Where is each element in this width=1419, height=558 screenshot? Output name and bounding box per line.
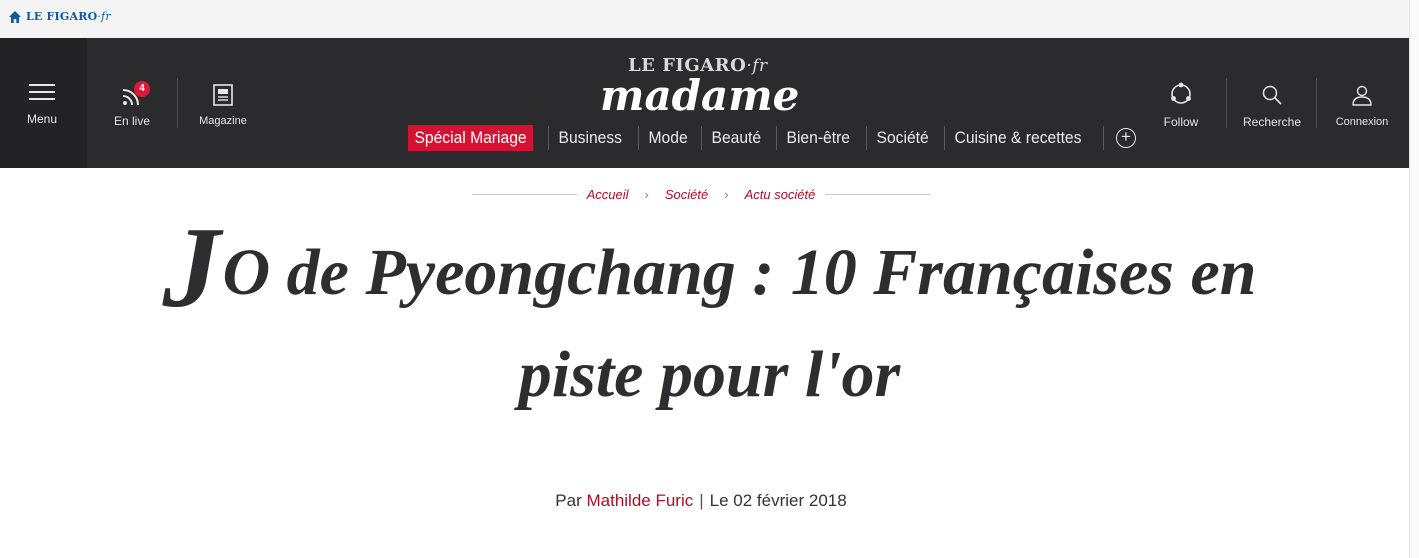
breadcrumb-accueil[interactable]: Accueil [587, 187, 629, 202]
live-count-badge: 4 [134, 81, 150, 97]
user-icon [1352, 85, 1372, 106]
chevron-right-icon: › [644, 186, 649, 202]
top-strip: LE FIGARO·fr [0, 0, 1409, 38]
follow-label: Follow [1163, 115, 1199, 129]
breadcrumb-rule [472, 193, 577, 195]
breadcrumb-actu-societe[interactable]: Actu société [745, 187, 816, 202]
nav-item-business[interactable]: Business [553, 125, 628, 151]
search-label: Recherche [1242, 115, 1302, 129]
breadcrumb: Accueil › Société › Actu société [472, 185, 930, 203]
publish-date: Le 02 février 2018 [709, 491, 847, 510]
title-dropcap: J [162, 204, 221, 332]
nav-divider [944, 126, 945, 150]
nav-item-special-mariage[interactable]: Spécial Mariage [408, 125, 534, 151]
nav-divider [866, 126, 868, 150]
live-button[interactable]: 4 En live [87, 38, 177, 168]
home-icon[interactable] [8, 10, 22, 24]
live-label: En live [113, 114, 151, 128]
magazine-icon [213, 84, 233, 106]
figaro-brand-link[interactable]: LE FIGARO·fr [26, 10, 111, 23]
login-button[interactable]: Connexion [1317, 38, 1407, 168]
nav-divider [776, 126, 778, 150]
nav-divider [547, 126, 549, 150]
scrollbar[interactable] [1409, 0, 1419, 558]
madame-logo[interactable]: madame [600, 71, 799, 121]
article-byline: Par Mathilde Furic | Le 02 février 2018 [440, 491, 962, 511]
breadcrumb-rule [825, 193, 930, 195]
magazine-button[interactable]: Magazine [178, 38, 268, 168]
article-title: JO de Pyeongchang : 10 Françaises en pis… [100, 204, 1319, 426]
nav-item-beaute[interactable]: Beauté [706, 125, 767, 151]
hamburger-icon [29, 84, 55, 100]
plus-icon[interactable]: + [1115, 128, 1136, 148]
menu-button[interactable]: Menu [0, 38, 87, 168]
chevron-right-icon: › [724, 186, 729, 202]
breadcrumb-societe[interactable]: Société [665, 187, 708, 202]
site-header: Menu 4 En live Magazine LE FIGARO·fr mad… [0, 38, 1409, 168]
nav-item-societe[interactable]: Société [871, 125, 934, 151]
nav-divider [701, 126, 703, 150]
byline-prefix: Par [555, 491, 582, 510]
nav-item-cuisine[interactable]: Cuisine & recettes [949, 125, 1087, 151]
nav-divider [637, 126, 639, 150]
menu-label: Menu [26, 112, 58, 126]
brand-text: LE FIGARO [26, 10, 98, 23]
follow-icon [1171, 82, 1191, 104]
nav-divider [1102, 126, 1104, 150]
main-nav: Spécial Mariage Business Mode Beauté Bie… [408, 125, 1136, 151]
nav-item-mode[interactable]: Mode [643, 125, 693, 151]
brand-suffix: ·fr [97, 10, 111, 23]
search-icon [1262, 85, 1282, 105]
byline-divider: | [699, 491, 704, 510]
login-label: Connexion [1335, 116, 1389, 128]
title-text: O de Pyeongchang : 10 Françaises en pist… [222, 236, 1257, 411]
nav-item-bien-etre[interactable]: Bien-être [781, 125, 856, 151]
magazine-label: Magazine [199, 115, 247, 127]
search-button[interactable]: Recherche [1227, 38, 1317, 168]
follow-button[interactable]: Follow [1136, 38, 1226, 168]
author-link[interactable]: Mathilde Furic [586, 491, 693, 510]
